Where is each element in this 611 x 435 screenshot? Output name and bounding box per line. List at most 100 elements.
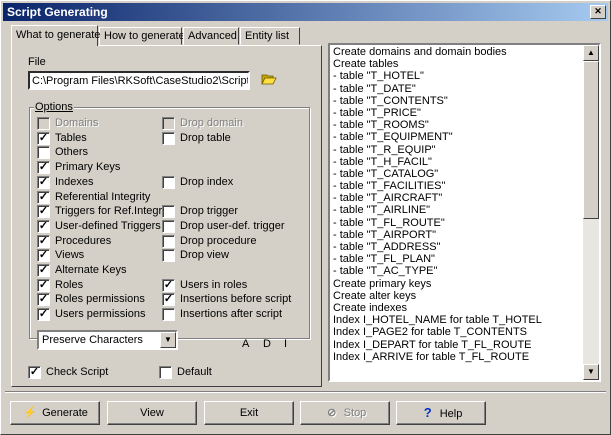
exit-label: Exit bbox=[239, 407, 259, 419]
checkbox-box: ✓ bbox=[162, 293, 175, 307]
option-label: User-defined Triggers bbox=[55, 219, 161, 232]
scroll-down-arrow-icon[interactable]: ▼ bbox=[583, 364, 599, 380]
tab-label: Advanced bbox=[188, 30, 237, 42]
case-select[interactable]: Preserve Characters ▼ bbox=[37, 330, 178, 350]
close-button[interactable]: ✕ bbox=[590, 5, 606, 19]
checkbox-box: ✓ bbox=[37, 249, 50, 263]
log-line: Index I_ARRIVE for table T_FL_ROUTE bbox=[333, 350, 530, 363]
generate-button[interactable]: ⚡ Generate bbox=[10, 401, 100, 425]
vertical-scrollbar[interactable]: ▲ ▼ bbox=[583, 45, 599, 380]
close-icon: ✕ bbox=[594, 6, 602, 16]
checkbox-box: ✓ bbox=[37, 131, 50, 145]
option-label: Views bbox=[55, 249, 85, 262]
option-label: Drop domain bbox=[180, 117, 243, 129]
stop-icon: ⊘ bbox=[327, 407, 337, 419]
log-line: - table "T_ROOMS" bbox=[333, 119, 429, 132]
option-label: Insertions after script bbox=[180, 308, 283, 321]
option-label: Triggers for Ref.Integr bbox=[55, 205, 163, 218]
log-line: - table "T_R_EQUIP" bbox=[333, 143, 436, 156]
log-line: Create alter keys bbox=[333, 289, 417, 302]
log-line: Create tables bbox=[333, 58, 399, 71]
tab-label: How to generate bbox=[104, 30, 185, 42]
log-line: - table "T_AC_TYPE" bbox=[333, 265, 438, 278]
checkbox-box bbox=[37, 146, 50, 160]
option-label: Indexes bbox=[55, 175, 94, 188]
tab-entity-list[interactable]: Entity list bbox=[240, 27, 300, 45]
checkbox-box: ✓ bbox=[28, 366, 41, 379]
option-label: Tables bbox=[55, 131, 87, 144]
checkbox-box: ✓ bbox=[37, 293, 50, 307]
option-label: Others bbox=[55, 146, 89, 159]
log-line: Index I_DEPART for table T_FL_ROUTE bbox=[333, 338, 532, 351]
checkbox-box bbox=[162, 234, 175, 248]
checkbox-box: ✓ bbox=[162, 278, 175, 292]
generate-label: Generate bbox=[42, 407, 88, 419]
lightning-icon: ⚡ bbox=[23, 407, 37, 419]
window-title: Script Generating bbox=[7, 5, 108, 19]
checkbox-box: ✓ bbox=[37, 278, 50, 292]
scroll-up-arrow-icon[interactable]: ▲ bbox=[583, 45, 599, 61]
checkbox-box: ✓ bbox=[37, 308, 50, 322]
case-button-a[interactable]: A bbox=[242, 338, 249, 350]
checkbox-box bbox=[162, 131, 175, 145]
button-separator bbox=[5, 391, 606, 393]
check-script-label: Check Script bbox=[46, 366, 109, 378]
stop-label: Stop bbox=[343, 407, 367, 419]
exit-button[interactable]: Exit bbox=[204, 401, 294, 425]
log-line: - table "T_AIRPORT" bbox=[333, 228, 436, 241]
log-line: - table "T_AIRCRAFT" bbox=[333, 192, 443, 205]
stop-button[interactable]: ⊘ Stop bbox=[300, 401, 390, 425]
log-line: Index I_PAGE2 for table T_CONTENTS bbox=[333, 326, 528, 339]
file-label: File bbox=[28, 56, 46, 68]
option-label: Domains bbox=[55, 117, 99, 129]
help-button[interactable]: ? Help bbox=[396, 401, 486, 425]
log-lines: Create domains and domain bodies Create t… bbox=[333, 46, 583, 363]
tab-advanced[interactable]: Advanced bbox=[183, 27, 239, 45]
script-log-list[interactable]: Create domains and domain bodies Create t… bbox=[328, 43, 601, 382]
view-button[interactable]: View bbox=[107, 401, 197, 425]
log-line: - table "T_CATALOG" bbox=[333, 167, 439, 180]
option-label: Users in roles bbox=[180, 278, 248, 291]
view-label: View bbox=[140, 407, 164, 419]
log-line: - table "T_FACILITIES" bbox=[333, 180, 446, 193]
log-line: - table "T_DATE" bbox=[333, 82, 416, 95]
file-path-input[interactable]: C:\Program Files\RKSoft\CaseStudio2\Scri… bbox=[28, 71, 250, 90]
tab-what-to-generate[interactable]: What to generate bbox=[11, 25, 100, 46]
checkbox-box: ✓ bbox=[37, 175, 50, 189]
option-label: Insertions before script bbox=[180, 293, 292, 306]
folder-open-icon[interactable] bbox=[261, 72, 277, 86]
option-label: Primary Keys bbox=[55, 161, 121, 174]
checkbox-box: ✓ bbox=[37, 205, 50, 219]
log-line: Index I_HOTEL_NAME for table T_HOTEL bbox=[333, 314, 542, 327]
case-button-d[interactable]: D bbox=[263, 338, 271, 350]
chevron-down-icon[interactable]: ▼ bbox=[160, 332, 176, 348]
log-line: - table "T_FL_ROUTE" bbox=[333, 216, 445, 229]
checkbox-box: ✓ bbox=[37, 219, 50, 233]
log-line: Create primary keys bbox=[333, 277, 432, 290]
scroll-thumb[interactable] bbox=[583, 61, 599, 219]
option-label: Drop view bbox=[180, 249, 229, 262]
log-line: - table "T_H_FACIL" bbox=[333, 155, 432, 168]
help-icon: ? bbox=[423, 405, 432, 420]
checkbox-box bbox=[162, 308, 175, 322]
option-label: Drop trigger bbox=[180, 205, 239, 218]
log-line: - table "T_ADDRESS" bbox=[333, 241, 441, 253]
checkbox-box bbox=[162, 205, 175, 219]
checkbox-box bbox=[162, 175, 175, 189]
option-label: Referential Integrity bbox=[55, 190, 151, 203]
option-label: Drop user-def. trigger bbox=[180, 219, 285, 232]
option-label: Roles bbox=[55, 278, 84, 291]
options-label: Options bbox=[34, 101, 74, 113]
log-line: - table "T_AIRLINE" bbox=[333, 204, 431, 217]
checkbox-box bbox=[162, 219, 175, 233]
title-bar[interactable]: Script Generating ✕ bbox=[3, 3, 608, 21]
tab-label: Entity list bbox=[245, 30, 290, 42]
case-select-value: Preserve Characters bbox=[42, 334, 143, 346]
case-button-i[interactable]: I bbox=[284, 338, 287, 350]
option-label: Drop table bbox=[180, 131, 231, 144]
log-line: - table "T_FL_PLAN" bbox=[333, 253, 435, 266]
checkbox-box: ✓ bbox=[37, 190, 50, 204]
tab-how-to-generate[interactable]: How to generate bbox=[99, 27, 185, 45]
option-label: Drop index bbox=[180, 175, 234, 188]
option-label: Alternate Keys bbox=[55, 264, 127, 276]
